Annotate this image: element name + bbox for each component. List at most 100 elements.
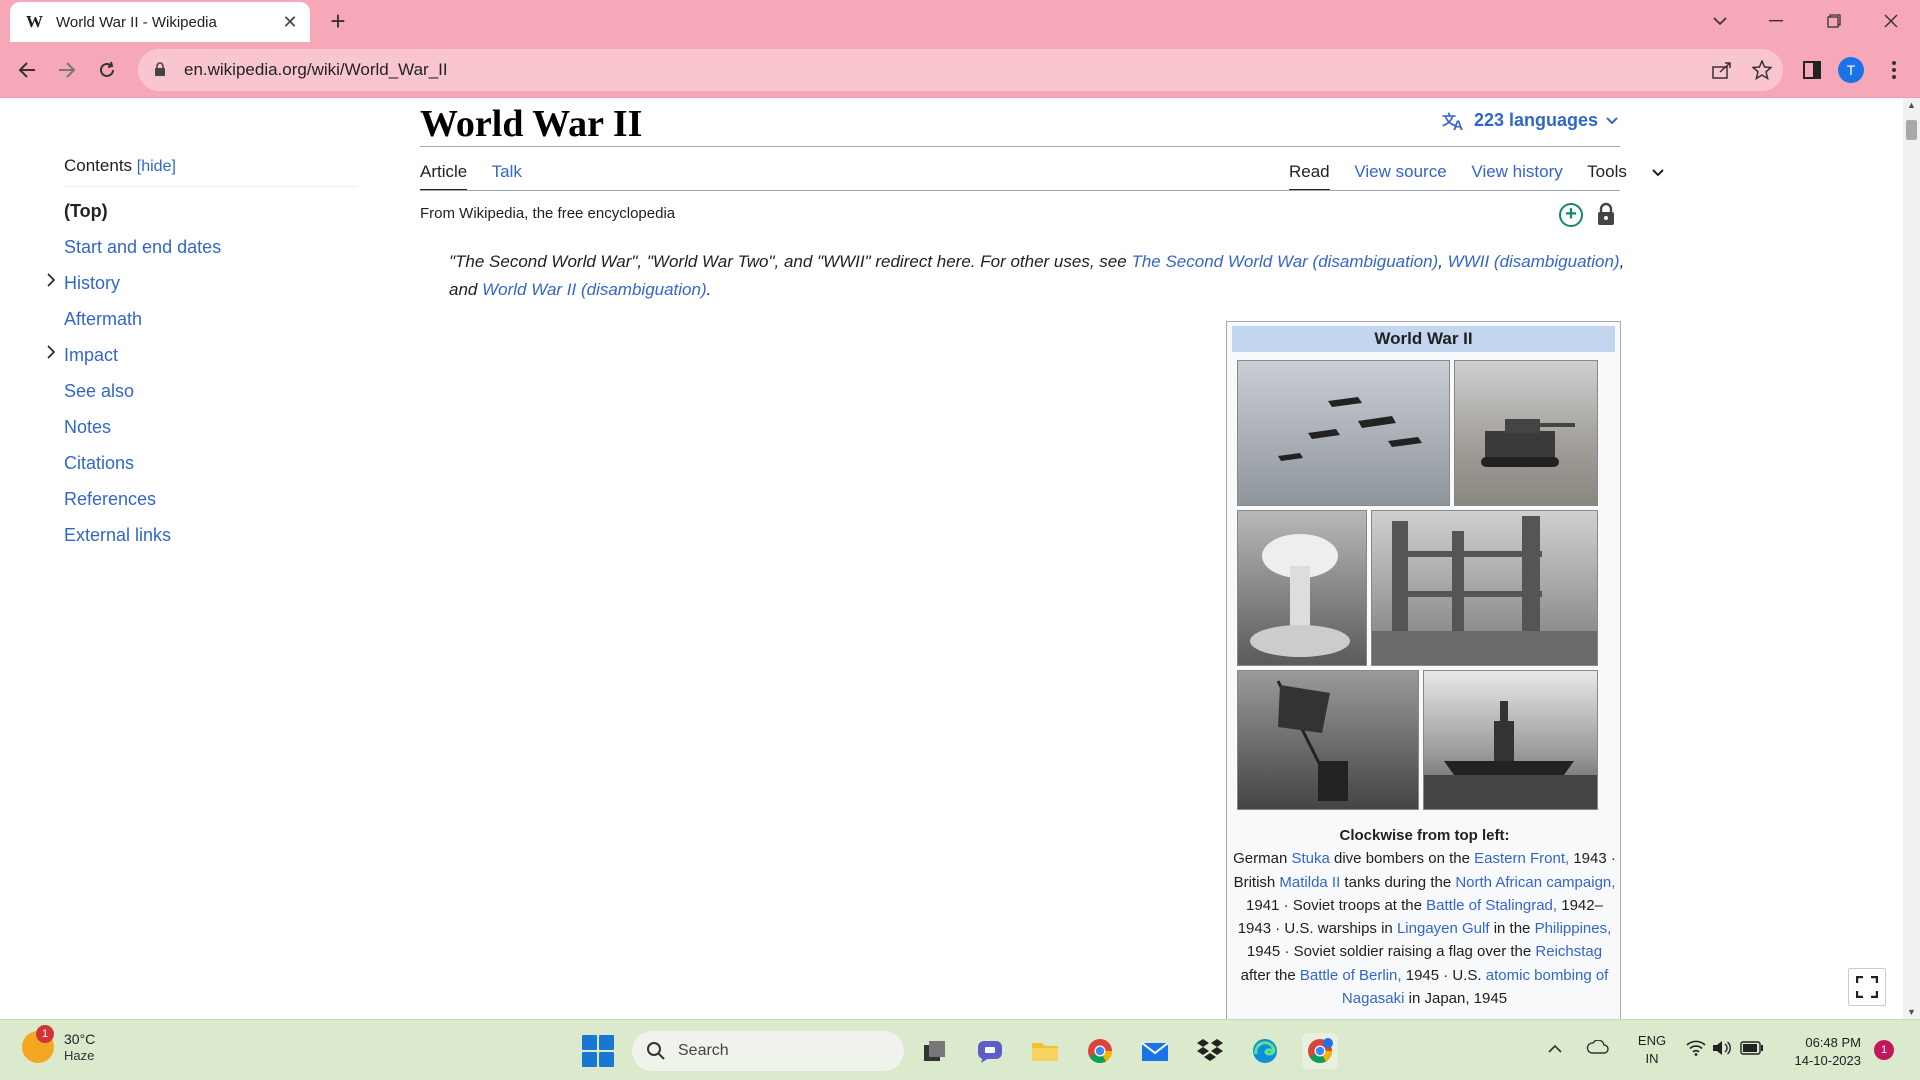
nagasaki-mushroom-cloud-photo[interactable] xyxy=(1237,510,1367,666)
chevron-right-icon[interactable] xyxy=(46,265,56,301)
more-menu-icon[interactable] xyxy=(1878,54,1910,86)
stalingrad-troops-photo[interactable] xyxy=(1371,510,1598,666)
reload-icon[interactable] xyxy=(89,52,125,88)
infobox: World War II Clockwise from top left: Ge… xyxy=(1226,321,1621,1019)
weather-condition: Haze xyxy=(64,1048,95,1063)
volume-icon[interactable] xyxy=(1712,1040,1732,1059)
teams-chat-icon[interactable] xyxy=(972,1033,1008,1069)
search-icon xyxy=(647,1042,665,1060)
toc-hide-link[interactable]: [hide] xyxy=(137,158,176,175)
tab-talk[interactable]: Talk xyxy=(492,162,522,181)
edge-icon[interactable] xyxy=(1247,1033,1283,1069)
tab-read[interactable]: Read xyxy=(1289,162,1330,191)
lingayen-warships-photo[interactable] xyxy=(1423,670,1598,810)
toc-item-references[interactable]: References xyxy=(64,481,358,517)
toc-heading: Contents [hide] xyxy=(64,156,358,187)
fullscreen-icon[interactable] xyxy=(1848,968,1886,1006)
tab-close-icon[interactable]: ✕ xyxy=(280,12,300,33)
wikipedia-favicon-icon: W xyxy=(26,12,43,31)
language-selector[interactable]: 文A 223 languages xyxy=(1442,110,1618,131)
caption-link[interactable]: Eastern Front, xyxy=(1474,850,1569,867)
language-indicator[interactable]: ENG IN xyxy=(1632,1032,1672,1068)
toc-item-top[interactable]: (Top) xyxy=(64,193,358,229)
scroll-up-arrow-icon[interactable]: ▲ xyxy=(1903,100,1920,110)
caption-link[interactable]: Lingayen Gulf xyxy=(1397,920,1490,937)
taskbar-search[interactable]: Search xyxy=(632,1031,904,1071)
tab-article[interactable]: Article xyxy=(420,162,468,191)
caption-link[interactable]: Stuka xyxy=(1291,850,1329,867)
caption-link[interactable]: North African campaign, xyxy=(1455,874,1615,891)
caption-link[interactable]: Reichstag xyxy=(1535,943,1602,960)
battery-icon[interactable] xyxy=(1740,1041,1764,1058)
temperature: 30°C xyxy=(64,1031,96,1047)
caption-link[interactable]: Matilda II xyxy=(1279,874,1340,891)
forward-arrow-icon[interactable] xyxy=(49,52,85,88)
lock-icon[interactable] xyxy=(154,61,176,79)
matilda-tanks-photo[interactable] xyxy=(1454,360,1598,506)
browser-tab[interactable]: W World War II - Wikipedia ✕ xyxy=(10,2,310,42)
chevron-right-icon[interactable] xyxy=(46,337,56,373)
back-arrow-icon[interactable] xyxy=(9,52,45,88)
reichstag-flag-photo[interactable] xyxy=(1237,670,1419,810)
chrome-profile-active-icon[interactable] xyxy=(1302,1033,1338,1069)
toc-item-see-also[interactable]: See also xyxy=(64,373,358,409)
chrome-icon[interactable] xyxy=(1082,1033,1118,1069)
wifi-icon[interactable] xyxy=(1686,1040,1706,1059)
toc-item-history[interactable]: History xyxy=(47,265,358,301)
infobox-caption: Clockwise from top left: German Stuka di… xyxy=(1233,827,1616,1008)
new-tab-button[interactable]: + xyxy=(323,6,353,36)
tab-view-source[interactable]: View source xyxy=(1354,162,1446,181)
task-view-icon[interactable] xyxy=(917,1033,953,1069)
file-explorer-icon[interactable] xyxy=(1027,1033,1063,1069)
chevron-down-icon xyxy=(1606,116,1618,124)
restore-button[interactable] xyxy=(1814,4,1854,38)
notification-badge[interactable]: 1 xyxy=(1874,1040,1894,1060)
hatnote: "The Second World War", "World War Two",… xyxy=(449,252,1625,299)
web-page: Contents [hide] (Top) Start and end date… xyxy=(0,98,1903,1019)
toc-item-citations[interactable]: Citations xyxy=(64,445,358,481)
title-divider xyxy=(420,146,1620,147)
view-tabs: Read View source View history Tools xyxy=(1289,162,1664,191)
mail-icon[interactable] xyxy=(1137,1033,1173,1069)
show-hidden-icons-chevron-icon[interactable] xyxy=(1548,1042,1562,1057)
toc-item-impact[interactable]: Impact xyxy=(47,337,358,373)
tab-view-history[interactable]: View history xyxy=(1471,162,1562,181)
address-bar[interactable]: en.wikipedia.org/wiki/World_War_II xyxy=(138,49,1783,91)
protection-lock-icon[interactable] xyxy=(1596,202,1618,228)
toc-item-notes[interactable]: Notes xyxy=(64,409,358,445)
bookmark-star-icon[interactable] xyxy=(1746,54,1778,86)
weather-widget[interactable]: 1 30°C Haze xyxy=(22,1024,96,1063)
hatnote-link[interactable]: World War II (disambiguation) xyxy=(482,280,707,299)
page-title: World War II xyxy=(420,103,643,145)
taskbar-clock[interactable]: 06:48 PM 14-10-2023 xyxy=(1778,1034,1862,1070)
scrollbar-thumb[interactable] xyxy=(1906,120,1917,140)
dropbox-icon[interactable] xyxy=(1192,1033,1228,1069)
hatnote-link[interactable]: WWII (disambiguation) xyxy=(1448,252,1620,271)
plus-circle-icon[interactable]: + xyxy=(1559,203,1583,227)
svg-text:A: A xyxy=(1453,117,1463,131)
site-tagline: From Wikipedia, the free encyclopedia xyxy=(420,205,676,222)
caption-link[interactable]: Philippines, xyxy=(1535,920,1612,937)
infobox-title: World War II xyxy=(1232,326,1615,352)
caption-link[interactable]: Battle of Berlin, xyxy=(1300,967,1402,984)
tools-menu[interactable]: Tools xyxy=(1587,162,1664,181)
close-window-button[interactable] xyxy=(1871,4,1911,38)
minimize-button[interactable] xyxy=(1756,4,1796,38)
scroll-down-arrow-icon[interactable]: ▼ xyxy=(1903,1007,1920,1017)
side-panel-icon[interactable] xyxy=(1796,54,1828,86)
translate-icon: 文A xyxy=(1442,112,1463,131)
caption-link[interactable]: Battle of Stalingrad, xyxy=(1426,897,1557,914)
onedrive-cloud-icon[interactable] xyxy=(1586,1039,1610,1057)
toc-item-aftermath[interactable]: Aftermath xyxy=(64,301,358,337)
windows-start-icon[interactable] xyxy=(582,1035,614,1067)
toc-item-external-links[interactable]: External links xyxy=(64,517,358,553)
page-scrollbar[interactable]: ▲ ▼ xyxy=(1903,98,1920,1019)
namespace-tabs: Article Talk xyxy=(420,162,542,191)
tab-search-chevron-icon[interactable] xyxy=(1700,4,1740,38)
hatnote-link[interactable]: The Second World War (disambiguation) xyxy=(1131,252,1438,271)
stuka-bombers-photo[interactable] xyxy=(1237,360,1450,506)
share-icon[interactable] xyxy=(1706,54,1738,86)
profile-avatar[interactable]: T xyxy=(1838,57,1864,83)
windows-taskbar: 1 30°C Haze Search ENG IN 06:48 PM 14-10… xyxy=(0,1019,1920,1080)
toc-item-start-and-end-dates[interactable]: Start and end dates xyxy=(64,229,358,265)
